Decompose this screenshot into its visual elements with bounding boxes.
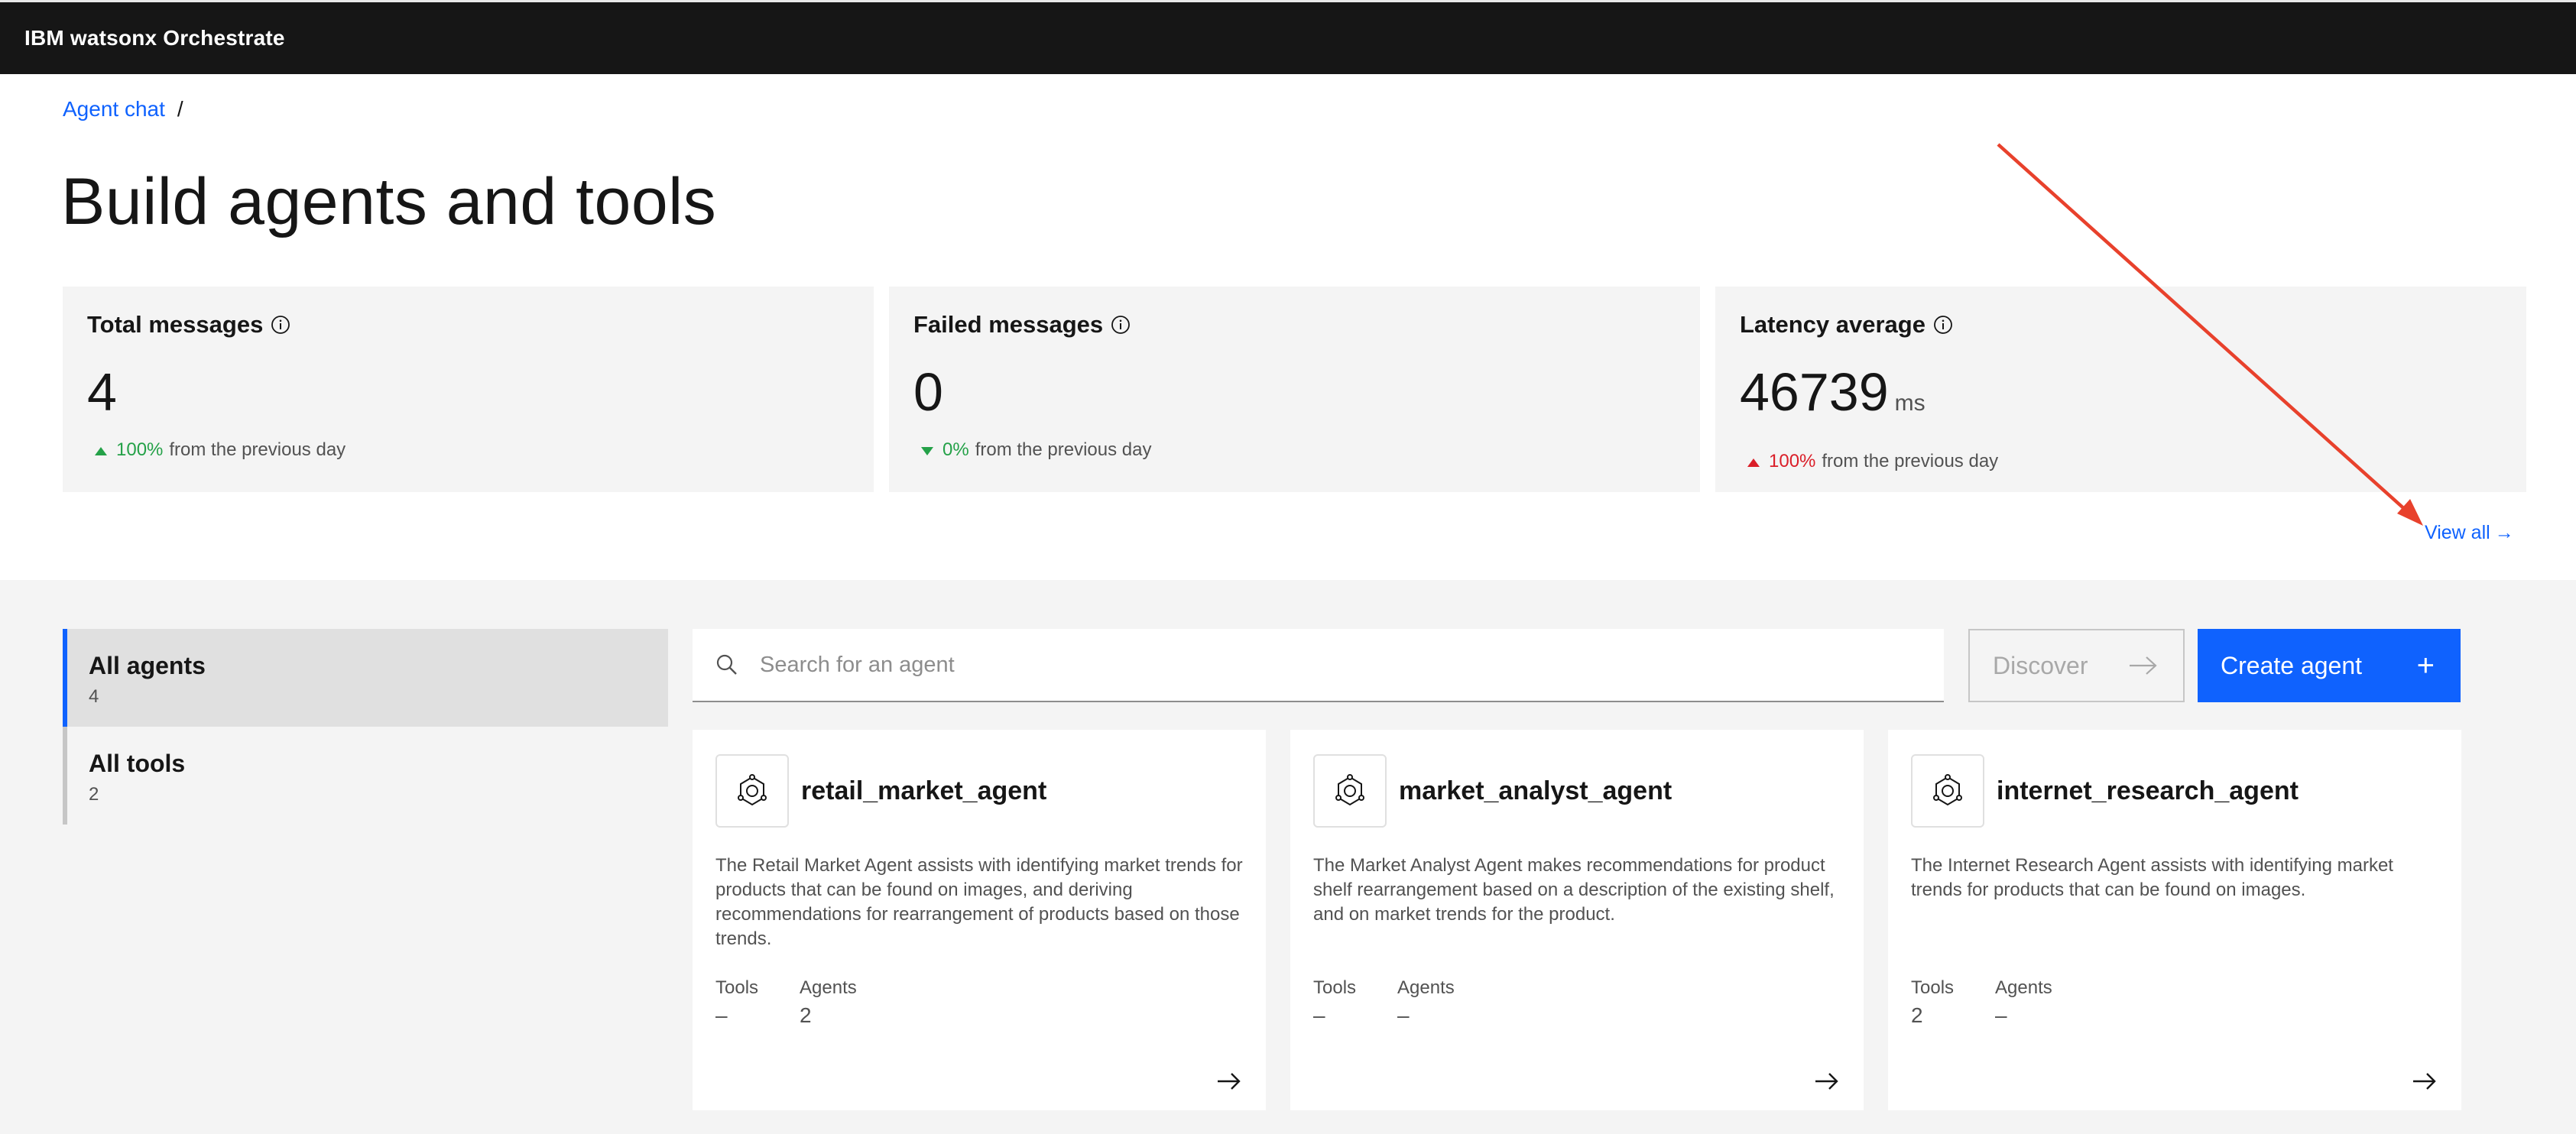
agent-card-market-analyst[interactable]: market_analyst_agent The Market Analyst … xyxy=(1290,730,1864,1110)
metric-number: 0 xyxy=(913,362,943,422)
agent-icon xyxy=(1911,754,1984,828)
metric-value: 46739 ms xyxy=(1740,361,2502,434)
metric-trend: 0% from the previous day xyxy=(913,439,1676,461)
agent-name: market_analyst_agent xyxy=(1399,776,1672,805)
agent-card-retail-market[interactable]: retail_market_agent The Retail Market Ag… xyxy=(693,730,1266,1110)
discover-button[interactable]: Discover xyxy=(1968,629,2185,702)
sidebar-item-all-tools[interactable]: All tools 2 xyxy=(63,727,668,825)
info-icon[interactable] xyxy=(1111,315,1131,335)
trend-text: from the previous day xyxy=(1822,451,1999,471)
trend-text: from the previous day xyxy=(169,439,346,460)
arrow-right-icon[interactable] xyxy=(1215,1068,1243,1095)
trend-text: from the previous day xyxy=(975,439,1152,460)
meta-tools-label: Tools xyxy=(1911,977,1955,998)
sidebar-item-label: All tools xyxy=(89,750,186,777)
arrow-right-icon: → xyxy=(2494,522,2514,543)
search-icon xyxy=(716,654,737,675)
discover-label: Discover xyxy=(1993,651,2088,679)
search-placeholder: Search for an agent xyxy=(760,652,955,677)
agent-meta: Tools 2 Agents – xyxy=(1911,977,2438,1028)
trend-up-icon xyxy=(1740,451,1763,472)
meta-tools-label: Tools xyxy=(715,977,759,998)
card-header: market_analyst_agent xyxy=(1313,754,1841,828)
agent-description: The Market Analyst Agent makes recommend… xyxy=(1313,855,1835,925)
metric-label: Total messages xyxy=(87,311,264,338)
meta-agents: Agents – xyxy=(1995,977,2052,1028)
trend-down-icon xyxy=(913,439,936,461)
info-icon[interactable] xyxy=(1933,315,1953,335)
agent-icon xyxy=(715,754,789,828)
trend-percent: 100% xyxy=(1769,451,1816,471)
sidebar-item-count: 4 xyxy=(89,686,99,707)
meta-tools-value: 2 xyxy=(1911,1003,1923,1027)
card-header: internet_research_agent xyxy=(1911,754,2438,828)
info-icon[interactable] xyxy=(271,315,290,335)
meta-tools: Tools – xyxy=(715,977,758,1028)
metric-failed-messages: Failed messages 0 0% from the previous d… xyxy=(889,287,1700,492)
breadcrumb: Agent chat / xyxy=(63,97,183,122)
sidebar-item-count: 2 xyxy=(89,784,99,805)
meta-agents-label: Agents xyxy=(1995,977,2052,998)
trend-up-icon xyxy=(87,439,110,461)
meta-agents: Agents – xyxy=(1397,977,1455,1028)
metric-label-wrap: Latency average xyxy=(1740,311,2502,339)
plus-icon: + xyxy=(2416,649,2435,682)
arrow-right-icon[interactable] xyxy=(2411,1068,2438,1095)
metric-trend: 100% from the previous day xyxy=(87,439,849,461)
agent-meta: Tools – Agents 2 xyxy=(715,977,1243,1028)
sidebar-item-label: All agents xyxy=(89,652,206,679)
metric-label: Failed messages xyxy=(913,311,1104,338)
metrics-row: Total messages 4 100% from the previous … xyxy=(63,287,2526,492)
metric-unit: ms xyxy=(1894,390,1926,416)
metric-value: 0 xyxy=(913,361,1676,423)
meta-agents-label: Agents xyxy=(1397,977,1455,998)
agent-description: The Internet Research Agent assists with… xyxy=(1911,855,2393,900)
meta-tools-label: Tools xyxy=(1313,977,1357,998)
meta-agents: Agents 2 xyxy=(800,977,857,1028)
page-title: Build agents and tools xyxy=(61,165,717,238)
app-brand[interactable]: IBM watsonx Orchestrate xyxy=(24,26,285,50)
create-agent-button[interactable]: Create agent + xyxy=(2198,629,2461,702)
agent-icon xyxy=(1313,754,1387,828)
meta-tools-value: – xyxy=(715,1003,728,1027)
sidebar: All agents 4 All tools 2 xyxy=(63,629,668,825)
metric-value: 4 xyxy=(87,361,849,423)
arrow-right-icon[interactable] xyxy=(1813,1068,1841,1095)
metric-number: 46739 xyxy=(1740,362,1889,422)
metric-label-wrap: Total messages xyxy=(87,311,849,339)
metric-total-messages: Total messages 4 100% from the previous … xyxy=(63,287,874,492)
trend-percent: 100% xyxy=(116,439,164,460)
card-header: retail_market_agent xyxy=(715,754,1243,828)
agent-name: retail_market_agent xyxy=(801,776,1047,805)
breadcrumb-agent-chat-link[interactable]: Agent chat xyxy=(63,97,165,122)
metric-trend: 100% from the previous day xyxy=(1740,451,2502,472)
metric-label-wrap: Failed messages xyxy=(913,311,1676,339)
breadcrumb-separator: / xyxy=(177,97,183,121)
arrow-right-icon xyxy=(2130,656,2157,675)
meta-agents-value: – xyxy=(1397,1003,1410,1027)
top-nav-bar: IBM watsonx Orchestrate xyxy=(0,0,2576,74)
metric-label: Latency average xyxy=(1740,311,1926,338)
meta-tools: Tools 2 xyxy=(1911,977,1954,1028)
view-all-label: View all xyxy=(2425,522,2490,543)
agent-meta: Tools – Agents – xyxy=(1313,977,1841,1028)
agent-card-internet-research[interactable]: internet_research_agent The Internet Res… xyxy=(1888,730,2461,1110)
agents-section: All agents 4 All tools 2 Search for an a… xyxy=(0,580,2576,1134)
agent-description: The Retail Market Agent assists with ide… xyxy=(715,855,1243,949)
agent-cards: retail_market_agent The Retail Market Ag… xyxy=(693,730,2461,1110)
meta-agents-value: 2 xyxy=(800,1003,812,1027)
view-all-link[interactable]: View all → xyxy=(2425,522,2514,544)
create-agent-label: Create agent xyxy=(2221,651,2363,679)
trend-percent: 0% xyxy=(942,439,969,460)
meta-agents-value: – xyxy=(1995,1003,2007,1027)
meta-agents-label: Agents xyxy=(800,977,857,998)
search-input[interactable]: Search for an agent xyxy=(693,629,1944,702)
sidebar-item-all-agents[interactable]: All agents 4 xyxy=(63,629,668,727)
meta-tools: Tools – xyxy=(1313,977,1356,1028)
agent-name: internet_research_agent xyxy=(1997,776,2299,805)
metric-latency-average: Latency average 46739 ms 100% from the pr… xyxy=(1715,287,2526,492)
meta-tools-value: – xyxy=(1313,1003,1325,1027)
header-section: Agent chat / Build agents and tools Tota… xyxy=(0,74,2576,580)
metric-number: 4 xyxy=(87,362,117,422)
